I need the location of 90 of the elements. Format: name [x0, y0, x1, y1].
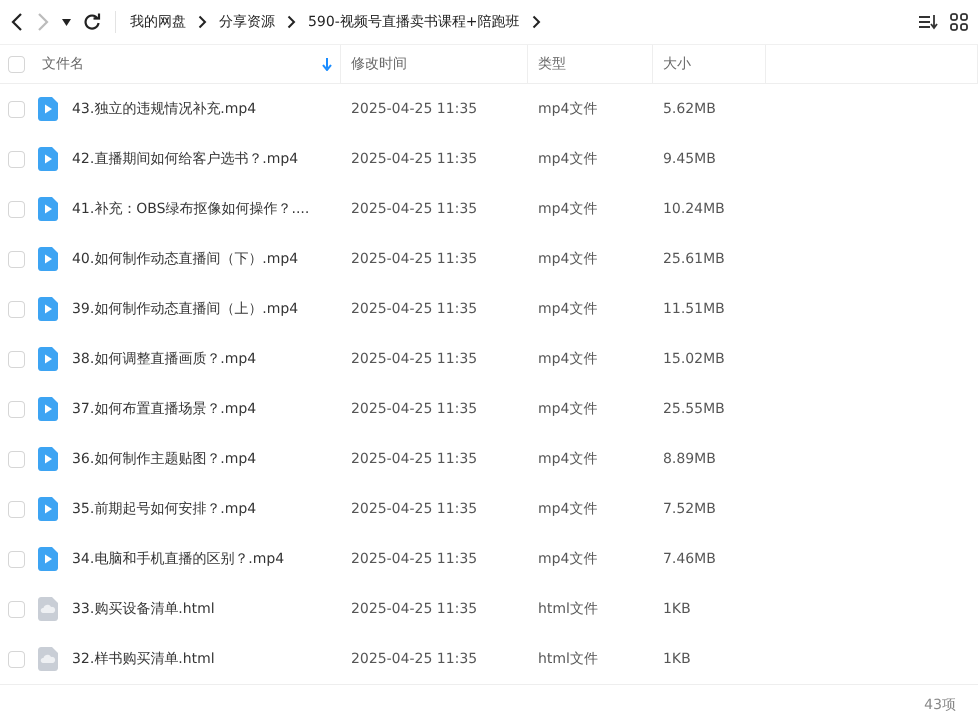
modified-time: 2025-04-25 11:35	[351, 651, 478, 667]
breadcrumb-link[interactable]: 分享资源	[219, 13, 275, 31]
file-type: mp4文件	[538, 151, 598, 167]
chevron-right-icon	[532, 15, 541, 29]
file-size: 5.62MB	[663, 101, 716, 117]
video-file-icon	[38, 97, 58, 121]
file-name[interactable]: 43.独立的违规情况补充.mp4	[72, 100, 256, 118]
file-type: mp4文件	[538, 451, 598, 467]
column-header[interactable]: 类型	[538, 55, 566, 73]
breadcrumb-link[interactable]: 我的网盘	[130, 13, 186, 31]
modified-time: 2025-04-25 11:35	[351, 151, 478, 167]
file-size: 1KB	[663, 601, 691, 617]
column-header[interactable]: 修改时间	[351, 55, 407, 73]
video-file-icon	[38, 247, 58, 271]
file-type: mp4文件	[538, 551, 598, 567]
select-all-checkbox[interactable]	[8, 56, 24, 72]
modified-time: 2025-04-25 11:35	[351, 451, 478, 467]
file-size: 25.61MB	[663, 251, 725, 267]
video-file-icon	[38, 297, 58, 321]
file-type: mp4文件	[538, 401, 598, 417]
file-size: 9.45MB	[663, 151, 716, 167]
modified-time: 2025-04-25 11:35	[351, 251, 478, 267]
file-name[interactable]: 40.如何制作动态直播间（下）.mp4	[72, 250, 298, 268]
modified-time: 2025-04-25 11:35	[351, 301, 478, 317]
row-checkbox[interactable]	[8, 150, 24, 168]
file-name[interactable]: 37.如何布置直播场景？.mp4	[72, 400, 256, 418]
back-icon[interactable]	[10, 12, 24, 32]
file-name[interactable]: 42.直播期间如何给客户选书？.mp4	[72, 150, 298, 168]
file-type: mp4文件	[538, 101, 598, 117]
file-name[interactable]: 41.补充：OBS绿布抠像如何操作？....	[72, 200, 310, 218]
file-size: 7.46MB	[663, 551, 716, 567]
modified-time: 2025-04-25 11:35	[351, 501, 478, 517]
file-name[interactable]: 34.电脑和手机直播的区别？.mp4	[72, 550, 284, 568]
sort-down-arrow-icon[interactable]	[322, 58, 332, 70]
file-name[interactable]: 38.如何调整直播画质？.mp4	[72, 350, 256, 368]
modified-time: 2025-04-25 11:35	[351, 551, 478, 567]
file-size: 15.02MB	[663, 351, 725, 367]
chevron-right-icon	[287, 15, 296, 29]
video-file-icon	[38, 147, 58, 171]
modified-time: 2025-04-25 11:35	[351, 101, 478, 117]
cloud-file-icon	[38, 647, 58, 671]
video-file-icon	[38, 397, 58, 421]
sort-icon[interactable]	[918, 14, 938, 30]
file-name[interactable]: 36.如何制作主题贴图？.mp4	[72, 450, 256, 468]
file-name[interactable]: 39.如何制作动态直播间（上）.mp4	[72, 300, 298, 318]
file-name[interactable]: 33.购买设备清单.html	[72, 600, 215, 618]
breadcrumb-link[interactable]: 590-视频号直播卖书课程+陪跑班	[308, 13, 520, 31]
row-checkbox[interactable]	[8, 300, 24, 318]
file-type: mp4文件	[538, 301, 598, 317]
grid-view-icon[interactable]	[950, 13, 968, 31]
row-checkbox[interactable]	[8, 550, 24, 568]
row-checkbox[interactable]	[8, 100, 24, 118]
item-count: 43项	[924, 696, 956, 714]
row-checkbox[interactable]	[8, 500, 24, 518]
file-type: html文件	[538, 651, 598, 667]
file-type: mp4文件	[538, 201, 598, 217]
file-type: html文件	[538, 601, 598, 617]
file-name[interactable]: 35.前期起号如何安排？.mp4	[72, 500, 256, 518]
row-checkbox[interactable]	[8, 200, 24, 218]
file-type: mp4文件	[538, 351, 598, 367]
file-size: 11.51MB	[663, 301, 725, 317]
file-size: 10.24MB	[663, 201, 725, 217]
video-file-icon	[38, 497, 58, 521]
dropdown-caret-icon[interactable]	[62, 18, 71, 26]
file-type: mp4文件	[538, 251, 598, 267]
file-name[interactable]: 32.样书购买清单.html	[72, 650, 215, 668]
video-file-icon	[38, 447, 58, 471]
video-file-icon	[38, 197, 58, 221]
video-file-icon	[38, 547, 58, 571]
file-size: 1KB	[663, 651, 691, 667]
modified-time: 2025-04-25 11:35	[351, 201, 478, 217]
column-header[interactable]: 文件名	[42, 55, 84, 73]
refresh-icon[interactable]	[83, 13, 101, 31]
file-size: 8.89MB	[663, 451, 716, 467]
row-checkbox[interactable]	[8, 600, 24, 618]
modified-time: 2025-04-25 11:35	[351, 401, 478, 417]
file-size: 7.52MB	[663, 501, 716, 517]
video-file-icon	[38, 347, 58, 371]
row-checkbox[interactable]	[8, 350, 24, 368]
chevron-right-icon	[198, 15, 207, 29]
row-checkbox[interactable]	[8, 450, 24, 468]
row-checkbox[interactable]	[8, 250, 24, 268]
column-header[interactable]: 大小	[663, 55, 691, 73]
modified-time: 2025-04-25 11:35	[351, 601, 478, 617]
file-size: 25.55MB	[663, 401, 725, 417]
modified-time: 2025-04-25 11:35	[351, 351, 478, 367]
row-checkbox[interactable]	[8, 400, 24, 418]
cloud-file-icon	[38, 597, 58, 621]
file-type: mp4文件	[538, 501, 598, 517]
row-checkbox[interactable]	[8, 650, 24, 668]
